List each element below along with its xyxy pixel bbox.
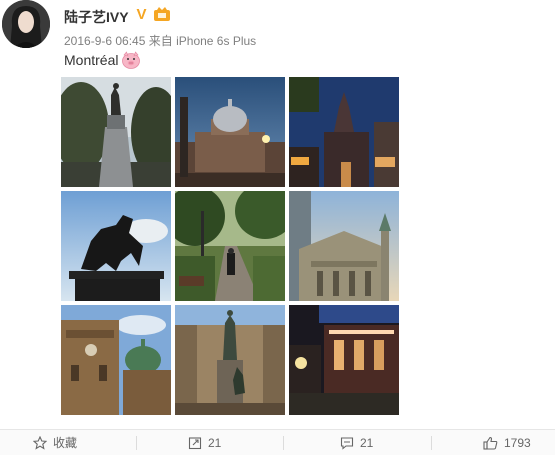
comment-button[interactable]: 21 — [340, 430, 373, 455]
photo-cathedral-facade[interactable] — [289, 191, 399, 301]
avatar[interactable] — [2, 0, 50, 48]
post-timestamp[interactable]: 2016-9-6 06:45 — [64, 34, 145, 48]
pig-face-emoji — [122, 51, 140, 69]
favorite-label: 收藏 — [53, 436, 78, 450]
thumbs-up-icon — [483, 436, 498, 450]
photo-lit-storefront-night[interactable] — [289, 305, 399, 415]
post-text: Montréal — [64, 52, 119, 68]
verified-icon[interactable]: V — [133, 5, 150, 22]
repost-icon — [188, 436, 202, 449]
photo-domed-market-dusk[interactable] — [175, 77, 285, 187]
divider — [136, 436, 137, 450]
photo-horse-statue-silhouette[interactable] — [61, 191, 171, 301]
source-device[interactable]: iPhone 6s Plus — [176, 34, 256, 48]
like-button[interactable]: 1793 — [483, 430, 531, 455]
username[interactable]: 陆子艺IVY — [64, 7, 129, 27]
photo-statue-plaza[interactable] — [175, 305, 285, 415]
post-meta: 2016-9-6 06:45 来自 iPhone 6s Plus — [64, 32, 256, 49]
repost-button[interactable]: 21 — [188, 430, 221, 455]
photo-park-path-woman[interactable] — [175, 191, 285, 301]
photo-grid — [61, 77, 399, 415]
divider — [431, 436, 432, 450]
photo-basilica-night[interactable] — [289, 77, 399, 187]
repost-count: 21 — [208, 435, 222, 450]
like-count: 1793 — [504, 435, 531, 450]
comment-count: 21 — [360, 435, 374, 450]
source-prefix: 来自 — [148, 34, 173, 48]
member-crown-icon[interactable] — [153, 6, 171, 22]
comment-icon — [340, 436, 354, 450]
star-icon — [33, 435, 47, 450]
divider — [283, 436, 284, 450]
favorite-button[interactable]: 收藏 — [33, 430, 77, 455]
action-bar: 收藏 21 21 1793 — [0, 429, 555, 455]
photo-statue-monument[interactable] — [61, 77, 171, 187]
photo-dome-church-clock[interactable] — [61, 305, 171, 415]
svg-text:V: V — [136, 6, 146, 22]
